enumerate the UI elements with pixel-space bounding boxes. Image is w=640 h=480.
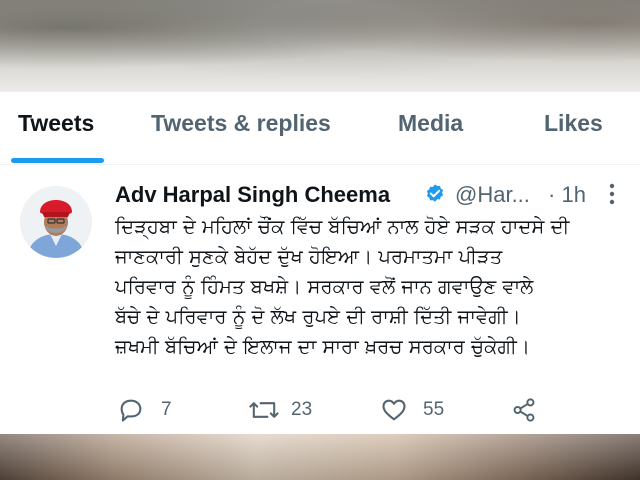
like-button[interactable]: 55 — [380, 396, 470, 424]
tab-tweets[interactable]: Tweets — [18, 110, 94, 150]
active-tab-indicator — [11, 158, 104, 163]
background-blur-bottom — [0, 434, 640, 480]
reply-button[interactable]: 7 — [117, 396, 187, 424]
profile-tabs: Tweets Tweets & replies Media Likes — [0, 92, 640, 165]
timestamp: 1h — [561, 182, 586, 207]
tab-likes[interactable]: Likes — [544, 110, 603, 150]
retweet-button[interactable]: 23 — [247, 396, 337, 424]
avatar[interactable] — [20, 186, 92, 258]
heart-icon — [382, 399, 406, 421]
tab-tweets-and-replies[interactable]: Tweets & replies — [151, 110, 331, 150]
share-icon — [513, 398, 535, 422]
verified-badge-icon — [426, 184, 444, 202]
reply-icon — [120, 399, 142, 422]
avatar-image — [20, 186, 92, 258]
tweet-text-line: ਦਿੜ੍ਹਬਾ ਦੇ ਮਹਿਲਾਂ ਚੌਂਕ ਵਿੱਚ ਬੱਚਿਆਂ ਨਾਲ ਹ… — [115, 215, 570, 238]
tweet-text-line: ਪਰਿਵਾਰ ਨੂੰ ਹਿੰਮਤ ਬਖਸ਼ੇ। ਸਰਕਾਰ ਵਲੋਂ ਜਾਨ ਗ… — [115, 275, 534, 298]
tweet-actions: 7 23 55 — [115, 392, 635, 428]
like-count: 55 — [423, 399, 445, 420]
author-name[interactable]: Adv Harpal Singh Cheema — [115, 182, 390, 208]
tweet-text-line: ਜਾਣਕਾਰੀ ਸੁਣਕੇ ਬੇਹੱਦ ਦੁੱਖ ਹੋਇਆ। ਪਰਮਾਤਮਾ ਪ… — [115, 245, 503, 268]
tweet-profile-card: Tweets Tweets & replies Media Likes Adv … — [0, 92, 640, 434]
tweet-text-line: ਬੱਚੇ ਦੇ ਪਰਿਵਾਰ ਨੂੰ ਦੋ ਲੱਖ ਰੁਪਏ ਦੀ ਰਾਸ਼ੀ … — [115, 305, 521, 328]
author-handle[interactable]: @Har... — [455, 182, 530, 208]
retweet-icon — [249, 402, 279, 418]
tweet-text: ਦਿੜ੍ਹਬਾ ਦੇ ਮਹਿਲਾਂ ਚੌਂਕ ਵਿੱਚ ਬੱਚਿਆਂ ਨਾਲ ਹ… — [115, 212, 625, 362]
tweet-time[interactable]: · 1h — [548, 182, 586, 208]
more-icon[interactable] — [607, 180, 617, 208]
tweet-text-line: ਜ਼ਖਮੀ ਬੱਚਿਆਂ ਦੇ ਇਲਾਜ ਦਾ ਸਾਰਾ ਖ਼ਰਚ ਸਰਕਾਰ … — [115, 335, 530, 358]
separator-dot: · — [548, 182, 556, 207]
share-button[interactable] — [510, 396, 540, 424]
retweet-count: 23 — [291, 399, 313, 420]
background-blur-top — [0, 0, 640, 92]
reply-count: 7 — [161, 399, 172, 420]
tab-media[interactable]: Media — [398, 110, 463, 150]
